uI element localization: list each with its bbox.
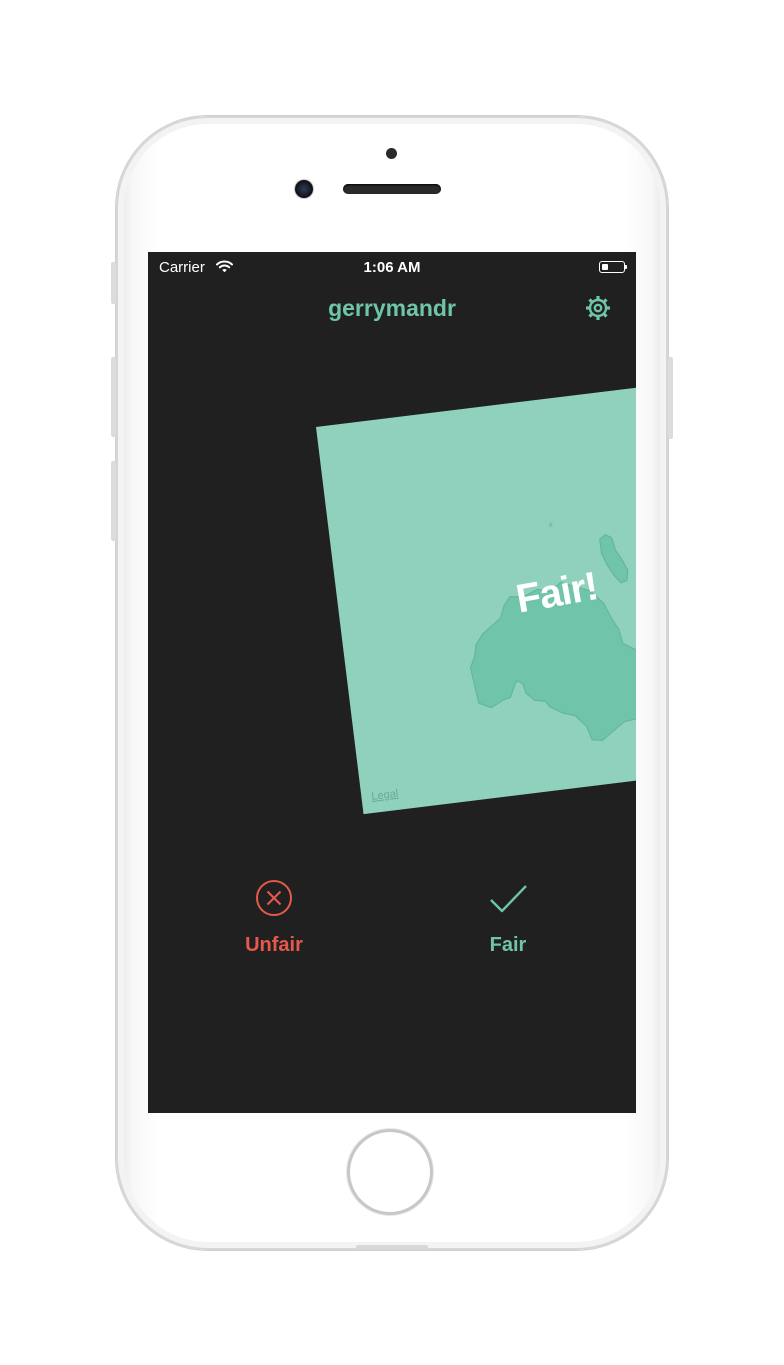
battery-icon <box>599 261 627 273</box>
gear-icon[interactable] <box>584 294 612 322</box>
status-time: 1:06 AM <box>363 259 421 276</box>
phone-bottom-edge <box>356 1245 428 1250</box>
app-title: gerrymandr <box>328 295 456 321</box>
volume-up-button <box>111 357 116 437</box>
earpiece-speaker <box>343 184 441 194</box>
volume-down-button <box>111 461 116 541</box>
proximity-sensor <box>386 148 397 159</box>
district-shape-islet <box>548 522 553 528</box>
unfair-label: Unfair <box>245 934 303 956</box>
silent-switch <box>111 262 116 304</box>
checkmark-icon <box>490 885 527 913</box>
front-camera <box>295 180 313 198</box>
app-screen: Carrier 1:06 AM gerrymandr Fair! Legal U… <box>148 252 636 1113</box>
district-card[interactable]: Fair! Legal <box>316 379 636 815</box>
status-bar: Carrier 1:06 AM <box>148 252 636 284</box>
close-circle-icon <box>256 880 292 916</box>
home-button[interactable] <box>350 1132 430 1212</box>
power-button <box>668 357 673 439</box>
fair-label: Fair <box>489 934 527 956</box>
unfair-button[interactable]: Unfair <box>224 878 324 957</box>
district-shape-lake <box>599 533 629 584</box>
fair-button[interactable]: Fair <box>458 878 558 957</box>
